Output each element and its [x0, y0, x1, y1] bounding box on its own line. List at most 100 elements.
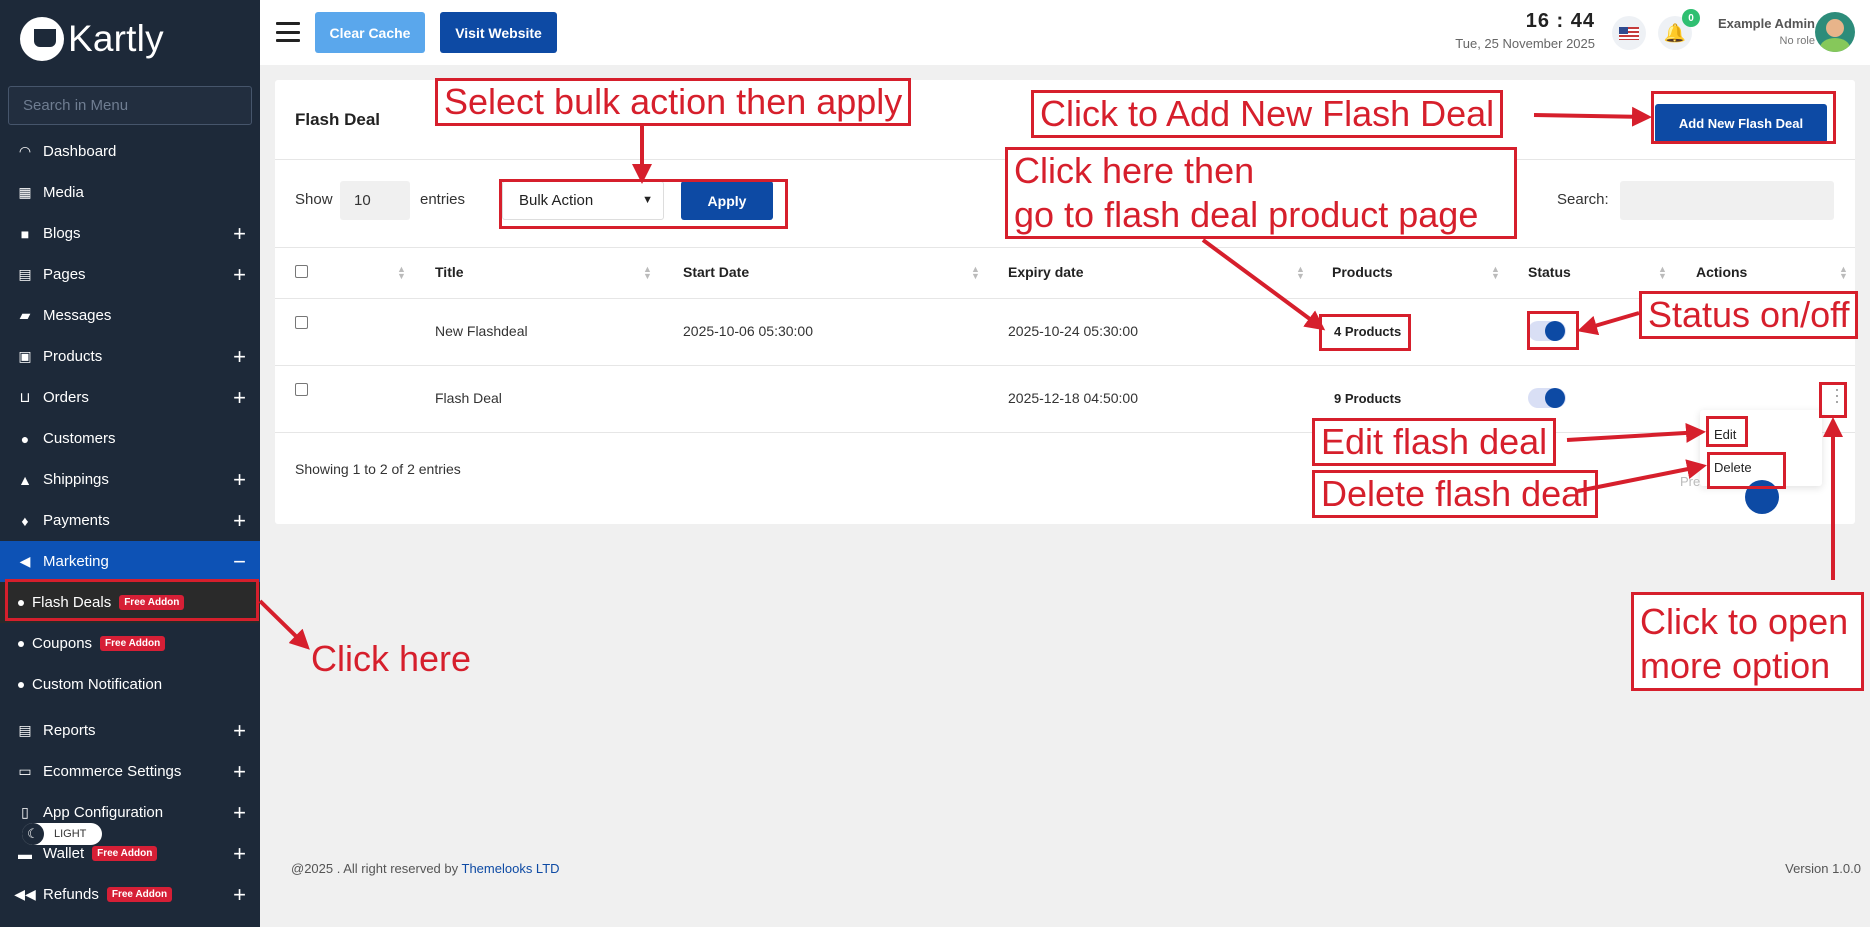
blog-icon: ■	[20, 225, 30, 242]
sidebar-item-ecommerce-settings[interactable]: ▭ Ecommerce Settings +	[0, 751, 260, 792]
row-expiry-date: 2025-10-24 05:30:00	[1008, 323, 1138, 339]
clock: 16 : 44 Tue, 25 November 2025	[1455, 10, 1595, 51]
user-name: Example Admin	[1717, 16, 1815, 31]
sidebar-item-messages[interactable]: ▰ Messages	[0, 295, 260, 336]
expand-plus-icon[interactable]: +	[233, 385, 246, 411]
expand-plus-icon[interactable]: +	[233, 467, 246, 493]
column-header-expiry-date[interactable]: Expiry date	[1008, 264, 1083, 280]
expand-plus-icon[interactable]: +	[233, 221, 246, 247]
language-flag-button[interactable]	[1612, 16, 1646, 50]
annotation-highlight-add	[1651, 91, 1836, 144]
arrow-click-here	[258, 599, 310, 650]
expand-plus-icon[interactable]: +	[233, 262, 246, 288]
logo[interactable]: Kartly	[20, 16, 164, 62]
divider	[275, 298, 1855, 299]
expand-plus-icon[interactable]: +	[233, 841, 246, 867]
menu-search-input[interactable]	[8, 86, 252, 125]
row-products-link[interactable]: 9 Products	[1334, 391, 1401, 406]
show-label: Show	[295, 191, 333, 208]
row-checkbox[interactable]	[295, 383, 308, 396]
pages-icon: ▤	[18, 266, 32, 282]
sort-icon[interactable]: ▲ ▼	[1491, 265, 1500, 281]
sidebar-item-label: Media	[43, 184, 84, 201]
sidebar-item-orders[interactable]: ⊔ Orders +	[0, 377, 260, 418]
sidebar-item-label: Orders	[43, 389, 89, 406]
sidebar-menu: ◠ Dashboard ▦ Media ■ Blogs + ▤ Pages + …	[0, 131, 260, 915]
visit-website-button[interactable]: Visit Website	[440, 12, 557, 53]
footer-company-link[interactable]: Themelooks LTD	[462, 861, 560, 876]
hamburger-menu-icon[interactable]	[276, 22, 300, 42]
sort-icon[interactable]: ▲ ▼	[397, 265, 406, 281]
row-start-date: 2025-10-06 05:30:00	[683, 323, 813, 339]
expand-plus-icon[interactable]: +	[233, 882, 246, 908]
sidebar-item-marketing[interactable]: ◀ Marketing −	[0, 541, 260, 582]
expand-plus-icon[interactable]: +	[233, 344, 246, 370]
sidebar-item-label: Ecommerce Settings	[43, 763, 182, 780]
sort-icon[interactable]: ▲ ▼	[1296, 265, 1305, 281]
annotation-highlight-products	[1319, 314, 1411, 351]
money-bag-icon: ♦	[21, 512, 29, 529]
annotation-highlight-delete	[1707, 452, 1786, 489]
previous-page-button[interactable]: Pre	[1680, 474, 1700, 489]
sidebar-item-media[interactable]: ▦ Media	[0, 172, 260, 213]
clear-cache-button[interactable]: Clear Cache	[315, 12, 425, 53]
select-all-checkbox[interactable]	[295, 265, 308, 278]
user-info[interactable]: Example Admin No role	[1718, 16, 1815, 47]
sidebar-item-payments[interactable]: ♦ Payments +	[0, 500, 260, 541]
sidebar-item-products[interactable]: ▣ Products +	[0, 336, 260, 377]
sidebar-item-label: Reports	[43, 722, 96, 739]
expand-plus-icon[interactable]: +	[233, 759, 246, 785]
sidebar-item-label: Messages	[43, 307, 112, 324]
sidebar-item-customers[interactable]: ● Customers	[0, 418, 260, 459]
sort-icon[interactable]: ▲ ▼	[971, 265, 980, 281]
sidebar-item-pages[interactable]: ▤ Pages +	[0, 254, 260, 295]
sidebar-subitem-label: Custom Notification	[32, 676, 163, 693]
annotation-more-line2: more option	[1640, 644, 1831, 686]
annotation-products-line2: go to flash deal product page	[1014, 193, 1479, 235]
sidebar-item-reports[interactable]: ▤ Reports +	[0, 710, 260, 751]
collapse-minus-icon[interactable]: −	[233, 549, 246, 575]
column-header-title[interactable]: Title	[435, 264, 464, 280]
row-checkbox[interactable]	[295, 316, 308, 329]
sidebar-item-blogs[interactable]: ■ Blogs +	[0, 213, 260, 254]
sidebar-item-shippings[interactable]: ▲ Shippings +	[0, 459, 260, 500]
theme-label: LIGHT	[54, 828, 87, 840]
annotation-highlight-edit	[1706, 416, 1748, 447]
sidebar-item-label: Wallet	[43, 845, 85, 862]
sidebar: Kartly ◠ Dashboard ▦ Media ■ Blogs + ▤ P…	[0, 0, 260, 927]
sidebar-item-dashboard[interactable]: ◠ Dashboard	[0, 131, 260, 172]
dashboard-icon: ◠	[18, 143, 32, 159]
sidebar-subitem-label: Coupons	[32, 635, 93, 652]
sidebar-item-refunds[interactable]: ◀◀ Refunds Free Addon +	[0, 874, 260, 915]
sidebar-subitem-coupons[interactable]: Coupons Free Addon	[0, 623, 260, 664]
clock-date: Tue, 25 November 2025	[1455, 36, 1595, 51]
sort-icon[interactable]: ▲ ▼	[1658, 265, 1667, 281]
sidebar-item-label: Dashboard	[43, 143, 117, 160]
column-header-start-date[interactable]: Start Date	[683, 264, 749, 280]
us-flag-icon	[1619, 26, 1639, 40]
annotation-delete-text: Delete flash deal	[1312, 470, 1599, 518]
clock-time: 16 : 44	[1525, 10, 1595, 32]
expand-plus-icon[interactable]: +	[233, 718, 246, 744]
column-header-products[interactable]: Products	[1332, 264, 1393, 280]
row-expiry-date: 2025-12-18 04:50:00	[1008, 390, 1138, 406]
theme-toggle[interactable]: ☾ LIGHT	[22, 823, 102, 845]
status-toggle[interactable]	[1528, 388, 1566, 408]
sort-icon[interactable]: ▲ ▼	[643, 265, 652, 281]
sidebar-subitem-custom-notification[interactable]: Custom Notification	[0, 664, 260, 705]
expand-plus-icon[interactable]: +	[233, 800, 246, 826]
sidebar-item-label: Marketing	[43, 553, 109, 570]
row-title: New Flashdeal	[435, 323, 528, 339]
divider	[275, 247, 1855, 248]
user-role: No role	[1779, 35, 1815, 47]
sort-icon[interactable]: ▲ ▼	[1839, 265, 1848, 281]
table-search-input[interactable]	[1620, 181, 1834, 220]
sidebar-item-label: Refunds	[43, 886, 99, 903]
sidebar-item-label: Customers	[43, 430, 116, 447]
avatar[interactable]	[1815, 12, 1855, 52]
column-header-status[interactable]: Status	[1528, 264, 1571, 280]
entries-per-page-input[interactable]	[340, 181, 410, 220]
annotation-edit-text: Edit flash deal	[1312, 418, 1557, 466]
expand-plus-icon[interactable]: +	[233, 508, 246, 534]
sidebar-item-label: Payments	[43, 512, 110, 529]
